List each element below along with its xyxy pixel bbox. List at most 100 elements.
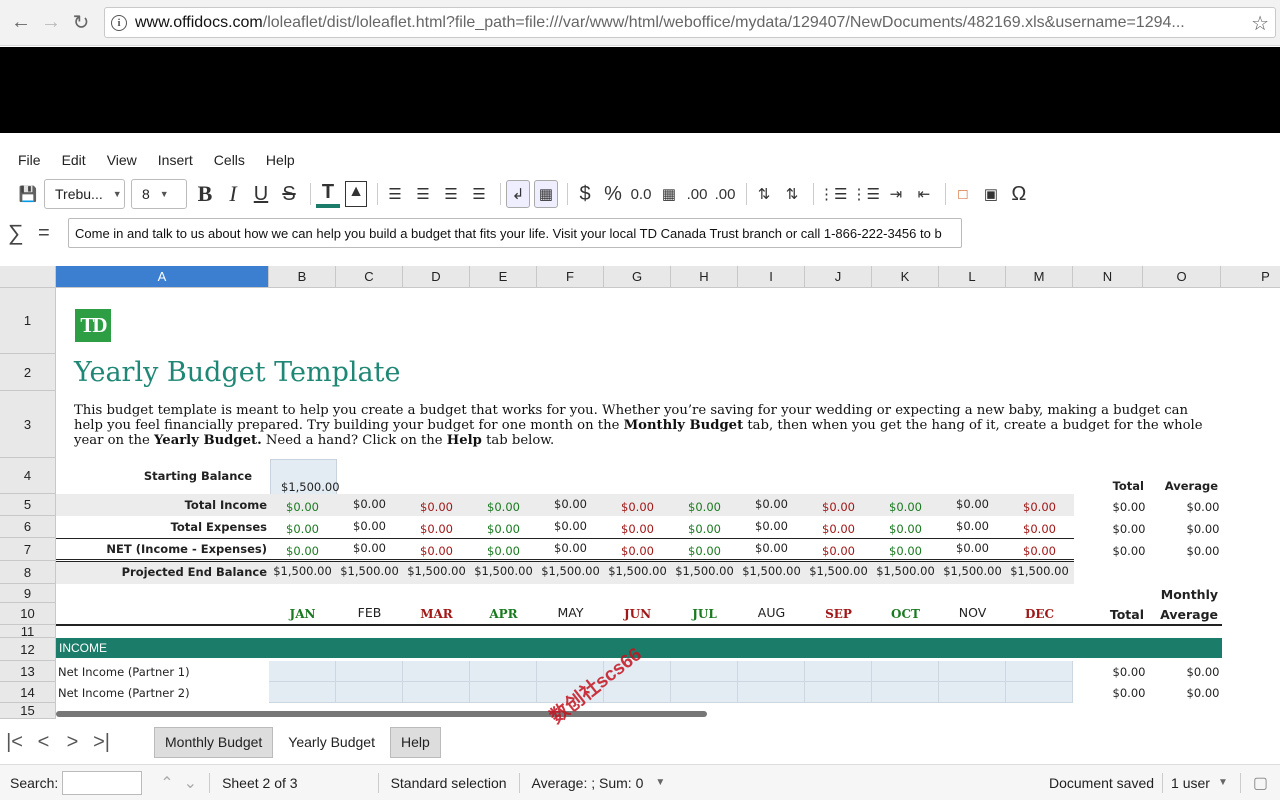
income-input-cell[interactable] [336,661,403,682]
align-center-icon[interactable]: ☰ [411,180,435,208]
income-average-cell[interactable]: $0.00 [1168,665,1238,679]
add-decimal-button[interactable]: .00 [685,180,709,208]
number-format-button[interactable]: 0.0 [629,180,653,208]
next-sheet-icon[interactable]: > [58,731,87,754]
month-value-cell[interactable]: $0.00 [269,544,336,558]
month-header-feb[interactable]: FEB [336,605,403,620]
income-input-cell[interactable] [403,661,470,682]
row-header-7[interactable]: 7 [0,538,56,561]
underline-button[interactable]: U [249,180,273,208]
row-header-10[interactable]: 10 [0,603,56,625]
month-value-cell[interactable]: $0.00 [805,544,872,558]
income-input-cell[interactable] [738,682,805,703]
row-header-12[interactable]: 12 [0,638,56,661]
row-header-13[interactable]: 13 [0,661,56,682]
column-header-k[interactable]: K [872,266,939,288]
income-input-cell[interactable] [939,682,1006,703]
month-header-oct[interactable]: OCT [872,607,939,621]
average-value-cell[interactable]: $0.00 [1168,522,1238,536]
currency-button[interactable]: $ [573,180,597,208]
column-header-m[interactable]: M [1006,266,1073,288]
month-value-cell[interactable]: $0.00 [604,544,671,558]
average-header[interactable]: Average [1144,479,1218,493]
month-value-cell[interactable]: $0.00 [805,522,872,536]
income-input-cell[interactable] [805,682,872,703]
income-input-cell[interactable] [403,682,470,703]
month-value-cell[interactable]: $1,500.00 [872,564,939,578]
strikethrough-button[interactable]: S [277,180,301,208]
month-header-jul[interactable]: JUL [671,607,738,621]
equals-icon[interactable]: = [38,222,64,245]
column-header-o[interactable]: O [1143,266,1221,288]
sheet-tab-monthly-budget[interactable]: Monthly Budget [154,726,274,758]
url-text[interactable]: www.offidocs.com/loleaflet/dist/loleafle… [135,14,1245,32]
fullscreen-icon[interactable]: ▢ [1253,773,1268,793]
search-down-icon[interactable]: ⌄ [184,773,197,793]
comment-icon[interactable]: □ [951,180,975,208]
month-value-cell[interactable]: $0.00 [738,519,805,533]
arrow-left-icon[interactable]: ← [6,8,36,38]
month-value-cell[interactable]: $1,500.00 [403,564,470,578]
month-value-cell[interactable]: $0.00 [269,522,336,536]
user-count[interactable]: 1 user [1171,775,1210,791]
column-header-g[interactable]: G [604,266,671,288]
income-input-cell[interactable] [671,661,738,682]
income-input-cell[interactable] [939,661,1006,682]
menu-view[interactable]: View [107,152,137,176]
arrow-right-icon[interactable]: → [36,8,66,38]
income-input-cell[interactable] [805,661,872,682]
income-input-cell[interactable] [872,661,939,682]
outdent-icon[interactable]: ⇤ [912,180,936,208]
month-value-cell[interactable]: $1,500.00 [671,564,738,578]
month-header-mar[interactable]: MAR [403,607,470,621]
sum-icon[interactable]: ∑ [8,220,34,246]
row-header-11[interactable]: 11 [0,624,56,639]
month-value-cell[interactable]: $0.00 [537,519,604,533]
month-value-cell[interactable]: $0.00 [604,500,671,514]
total-value-cell[interactable]: $0.00 [1094,544,1164,558]
month-value-cell[interactable]: $0.00 [336,497,403,511]
column-header-j[interactable]: J [805,266,872,288]
month-value-cell[interactable]: $1,500.00 [269,564,336,578]
row-header-3[interactable]: 3 [0,391,56,458]
image-icon[interactable]: ▣ [979,180,1003,208]
month-value-cell[interactable]: $1,500.00 [1006,564,1073,578]
row-header-9[interactable]: 9 [0,584,56,603]
horizontal-scrollbar[interactable] [56,711,707,717]
month-value-cell[interactable]: $1,500.00 [805,564,872,578]
menu-cells[interactable]: Cells [214,152,245,176]
month-value-cell[interactable]: $1,500.00 [470,564,537,578]
numbered-list-icon[interactable]: ⋮☰ [851,180,879,208]
select-all-corner[interactable] [0,266,56,288]
month-value-cell[interactable]: $0.00 [269,500,336,514]
income-row-label[interactable]: Net Income (Partner 1) [58,665,268,679]
month-header-sep[interactable]: SEP [805,607,872,621]
row-header-14[interactable]: 14 [0,682,56,703]
income-total-cell[interactable]: $0.00 [1094,686,1164,700]
month-value-cell[interactable]: $0.00 [336,519,403,533]
average-header-2[interactable]: Average [1144,607,1218,622]
column-header-p[interactable]: P [1221,266,1280,288]
month-header-apr[interactable]: APR [470,607,537,621]
month-value-cell[interactable]: $1,500.00 [537,564,604,578]
column-header-b[interactable]: B [269,266,336,288]
month-value-cell[interactable]: $0.00 [939,541,1006,555]
percent-button[interactable]: % [601,180,625,208]
income-input-cell[interactable] [470,661,537,682]
month-value-cell[interactable]: $0.00 [470,522,537,536]
chevron-down-icon[interactable]: ▼ [1218,777,1228,788]
row-header-1[interactable]: 1 [0,288,56,354]
sheet-tab-help[interactable]: Help [389,726,441,758]
month-value-cell[interactable]: $0.00 [1006,522,1073,536]
month-value-cell[interactable]: $1,500.00 [604,564,671,578]
highlight-color-icon[interactable]: ▲ [344,180,368,208]
previous-sheet-icon[interactable]: < [29,731,58,754]
last-sheet-icon[interactable]: >| [87,731,116,754]
search-up-icon[interactable]: ⌃ [160,773,173,793]
save-icon[interactable]: 💾 [16,180,40,208]
income-input-cell[interactable] [671,682,738,703]
monthly-header[interactable]: Monthly [1144,587,1218,602]
month-header-jan[interactable]: JAN [269,607,336,621]
bookmark-star-icon[interactable]: ☆ [1251,11,1269,36]
month-value-cell[interactable]: $0.00 [939,519,1006,533]
